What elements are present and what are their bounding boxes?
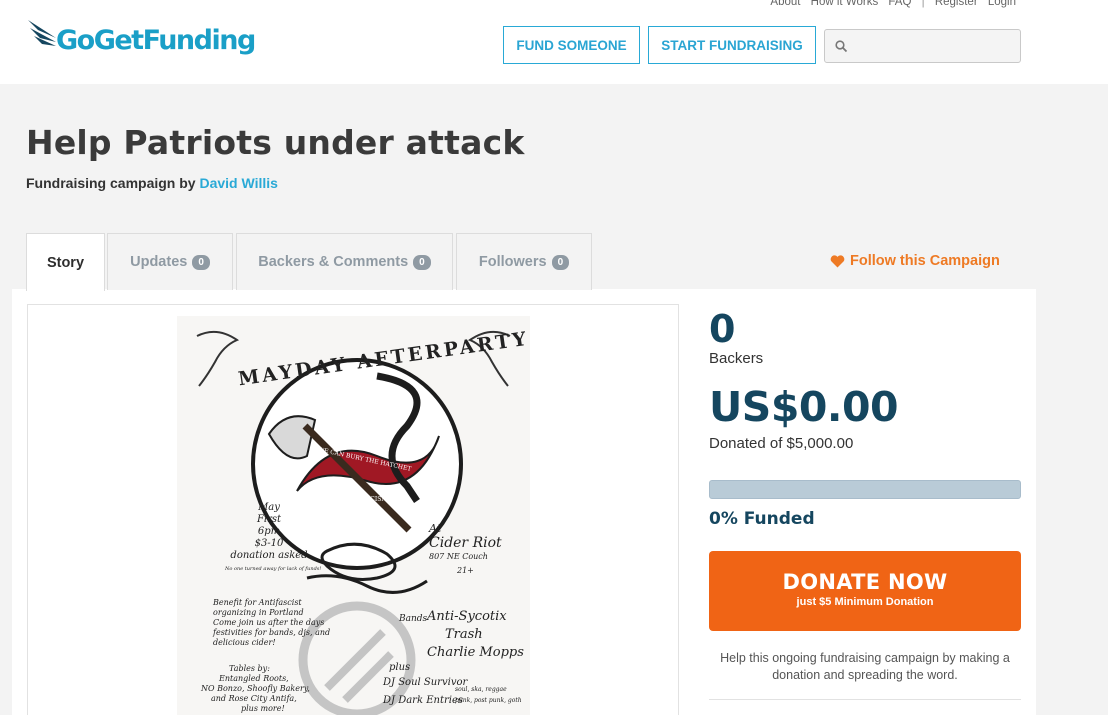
tab-label: Backers & Comments bbox=[258, 254, 409, 270]
poster-venue: At Cider Riot 807 NE Couch 21+ bbox=[429, 522, 502, 578]
search-input[interactable] bbox=[824, 29, 1021, 63]
tab-updates[interactable]: Updates 0 bbox=[107, 233, 233, 290]
poster-date-line: May bbox=[258, 502, 280, 513]
poster-bands-label: Bands bbox=[399, 614, 428, 624]
poster-venue-line: At bbox=[429, 522, 442, 535]
poster-tables-line: Tables by: bbox=[229, 664, 270, 673]
poster-genre: soul, ska, reggae bbox=[455, 686, 507, 693]
funding-progress-bar bbox=[709, 480, 1021, 499]
poster-genres: soul, ska, reggae punk, post punk, goth bbox=[455, 684, 522, 706]
nav-login[interactable]: Login bbox=[988, 0, 1016, 8]
poster-tables-line: NO Bonzo, Shoofly Bakery, bbox=[201, 684, 310, 693]
poster-date-line: $3-10 bbox=[254, 538, 284, 549]
donate-sub-label: just $5 Minimum Donation bbox=[796, 596, 934, 608]
backers-count: 0 bbox=[709, 307, 736, 351]
poster-venue-line: 21+ bbox=[457, 566, 474, 575]
poster-benefit: Benefit for Antifascist organizing in Po… bbox=[213, 598, 330, 648]
nav-faq[interactable]: FAQ bbox=[888, 0, 911, 8]
poster-tables-line: Entangled Roots, bbox=[219, 674, 289, 683]
tab-followers[interactable]: Followers 0 bbox=[456, 233, 592, 290]
poster-ribbon-bottom: ONCE WE BURY FASCISM bbox=[305, 496, 388, 503]
poster-benefit-line: organizing in Portland bbox=[213, 608, 304, 617]
byline-prefix: Fundraising campaign by bbox=[26, 175, 196, 191]
funded-percent: 0% Funded bbox=[709, 509, 815, 529]
nav-register[interactable]: Register bbox=[935, 0, 978, 8]
goal-text: Donated of $5,000.00 bbox=[709, 435, 854, 452]
poster-tables-line: and Rose City Antifa, bbox=[211, 694, 297, 703]
count-badge: 0 bbox=[413, 254, 431, 270]
follow-label: Follow this Campaign bbox=[850, 253, 1000, 269]
campaign-poster-image[interactable]: MAYDAY AFTERPARTY WE CAN BURY THE HATCHE… bbox=[177, 316, 530, 715]
poster-plus-label: plus bbox=[389, 662, 411, 673]
tab-label: Story bbox=[46, 254, 85, 271]
poster-date-line: First bbox=[256, 514, 282, 525]
tab-story[interactable]: Story bbox=[26, 233, 105, 291]
poster-benefit-line: Benefit for Antifascist bbox=[213, 598, 302, 607]
poster-band: Anti-Sycotix bbox=[427, 609, 507, 624]
poster-benefit-line: Come join us after the days bbox=[213, 618, 325, 627]
site-header: GoGetFunding About How it Works FAQ | Re… bbox=[0, 0, 1108, 84]
poster-band: Charlie Mopps bbox=[427, 645, 524, 660]
top-nav: About How it Works FAQ | Register Login bbox=[763, 0, 1016, 8]
nav-about[interactable]: About bbox=[770, 0, 800, 8]
tab-label: Updates bbox=[130, 254, 188, 270]
search-icon bbox=[835, 40, 848, 53]
poster-date: May First 6pm $3-10 donation asked bbox=[229, 502, 309, 562]
poster-no-one-turned: No one turned away for lack of funds! bbox=[225, 566, 322, 572]
poster-tables: Tables by: Entangled Roots, NO Bonzo, Sh… bbox=[201, 664, 310, 714]
poster-date-line: donation asked bbox=[230, 550, 308, 561]
fund-someone-button[interactable]: FUND SOMEONE bbox=[503, 26, 640, 64]
logo-text: GoGetFunding bbox=[56, 25, 256, 56]
divider bbox=[709, 699, 1021, 700]
poster-venue-line: 807 NE Couch bbox=[429, 552, 488, 561]
donate-main-label: DONATE NOW bbox=[782, 570, 948, 594]
poster-benefit-line: festivities for bands, djs, and bbox=[213, 628, 331, 637]
author-link[interactable]: David Willis bbox=[199, 175, 277, 191]
heart-icon bbox=[830, 254, 845, 267]
poster-genre: punk, post punk, goth bbox=[455, 697, 522, 704]
nav-separator: | bbox=[921, 0, 925, 8]
count-badge: 0 bbox=[551, 254, 570, 270]
tab-label: Followers bbox=[478, 254, 547, 270]
campaign-byline: Fundraising campaign by David Willis bbox=[26, 175, 278, 191]
page-title: Help Patriots under attack bbox=[26, 123, 525, 162]
follow-campaign-button[interactable]: Follow this Campaign bbox=[830, 253, 1000, 269]
poster-tables-line: plus more! bbox=[241, 704, 285, 713]
poster-benefit-line: delicious cider! bbox=[213, 638, 276, 647]
poster-date-line: 6pm bbox=[257, 526, 281, 537]
donate-now-button[interactable]: DONATE NOW just $5 Minimum Donation bbox=[709, 551, 1021, 631]
help-text: Help this ongoing fundraising campaign b… bbox=[720, 651, 1010, 682]
tab-backers-comments[interactable]: Backers & Comments 0 bbox=[236, 233, 453, 290]
amount-raised: US$0.00 bbox=[709, 383, 899, 431]
poster-venue-line: Cider Riot bbox=[429, 535, 502, 551]
nav-how-it-works[interactable]: How it Works bbox=[811, 0, 879, 8]
site-logo[interactable]: GoGetFunding bbox=[26, 16, 266, 62]
backers-label: Backers bbox=[709, 350, 764, 367]
start-fundraising-button[interactable]: START FUNDRAISING bbox=[648, 26, 816, 64]
poster-bands: Anti-Sycotix Trash Charlie Mopps bbox=[427, 608, 524, 662]
poster-band: Trash bbox=[445, 627, 483, 642]
count-badge: 0 bbox=[192, 254, 210, 270]
